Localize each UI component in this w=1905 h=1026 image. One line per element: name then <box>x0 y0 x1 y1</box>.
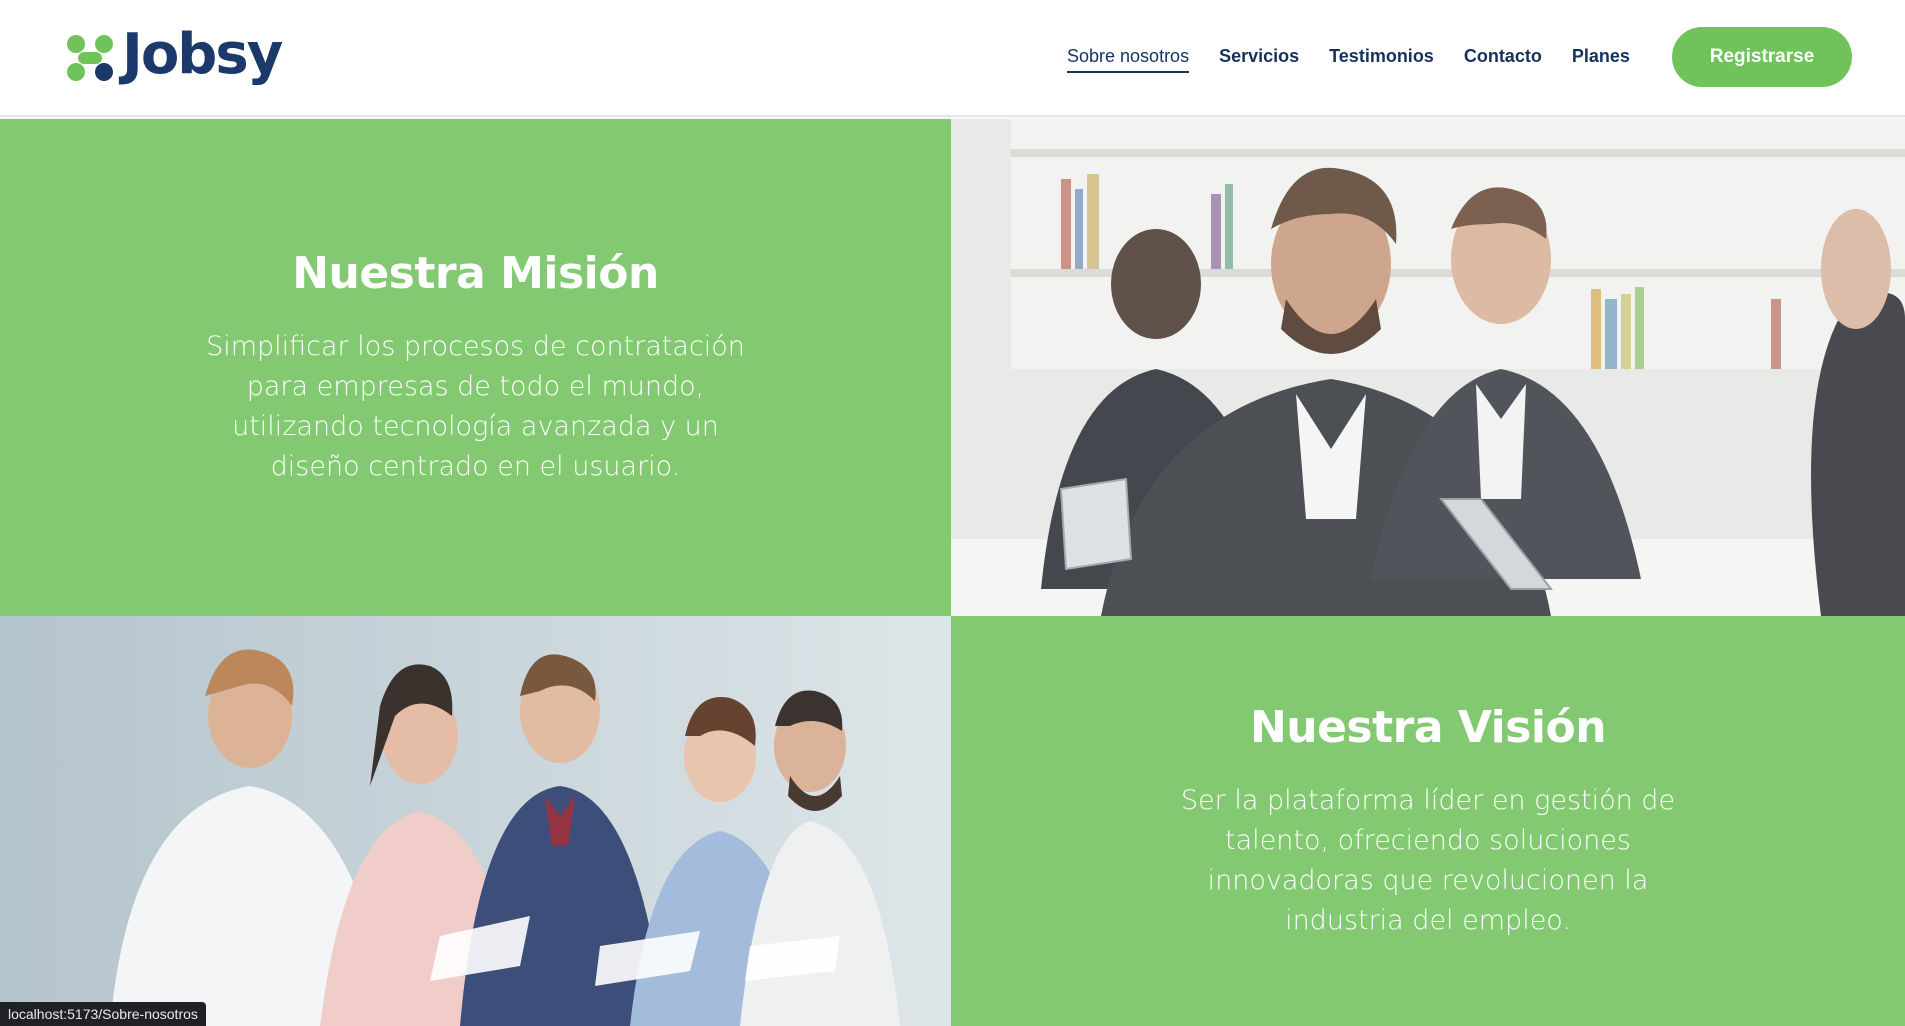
brand-name: Jobsy <box>122 22 283 87</box>
vision-text: Ser la plataforma líder en gestión de ta… <box>1180 784 1676 936</box>
nav-link-contacto[interactable]: Contacto <box>1464 46 1542 73</box>
job-candidates-illustration <box>0 616 951 1026</box>
nav-link-testimonios[interactable]: Testimonios <box>1329 46 1434 73</box>
mission-text: Simplificar los procesos de contratación… <box>206 331 745 482</box>
site-header: Jobsy Sobre nosotros Servicios Testimoni… <box>0 0 1905 117</box>
mission-title: Nuestra Misión <box>292 248 659 299</box>
main-nav: Sobre nosotros Servicios Testimonios Con… <box>1067 46 1630 73</box>
status-bar-url: localhost:5173/Sobre-nosotros <box>0 1002 206 1026</box>
register-button[interactable]: Registrarse <box>1672 27 1852 87</box>
nav-link-planes[interactable]: Planes <box>1572 46 1630 73</box>
vision-section: Nuestra Visión Ser la plataforma líder e… <box>951 616 1905 1026</box>
job-candidates-image <box>0 616 951 1026</box>
nav-link-servicios[interactable]: Servicios <box>1219 46 1299 73</box>
vision-title: Nuestra Visión <box>1249 701 1607 753</box>
mission-section: Nuestra Misión Simplificar los procesos … <box>0 119 951 616</box>
office-meeting-image <box>951 119 1905 616</box>
office-meeting-illustration <box>951 119 1905 616</box>
jobsy-logo-icon <box>67 35 113 81</box>
nav-link-sobre-nosotros[interactable]: Sobre nosotros <box>1067 46 1190 73</box>
brand-logo[interactable]: Jobsy <box>64 22 283 90</box>
